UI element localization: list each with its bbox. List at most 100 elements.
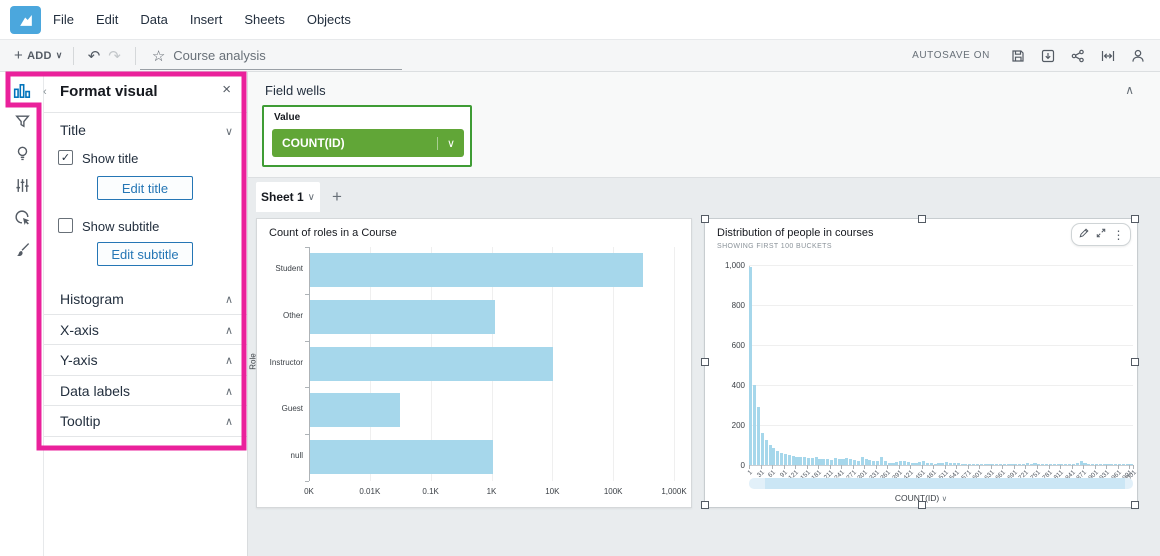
- histogram-bar[interactable]: [822, 459, 825, 465]
- parameters-icon[interactable]: [0, 172, 44, 198]
- histogram-bar[interactable]: [1030, 464, 1033, 465]
- histogram-bar[interactable]: [776, 451, 779, 465]
- menu-item-data[interactable]: Data: [140, 12, 167, 27]
- section-row-tooltip[interactable]: Tooltip∧: [44, 406, 247, 437]
- show-title-checkbox[interactable]: ✓: [58, 150, 73, 165]
- selection-handle[interactable]: [701, 501, 709, 509]
- chevron-down-icon[interactable]: ∨: [225, 125, 233, 138]
- histogram-bar[interactable]: [868, 460, 871, 465]
- histogram-bar[interactable]: [769, 445, 772, 465]
- fit-width-icon[interactable]: [1100, 48, 1116, 64]
- selection-handle[interactable]: [1131, 215, 1139, 223]
- menu-item-insert[interactable]: Insert: [190, 12, 223, 27]
- histogram-bar[interactable]: [765, 440, 768, 465]
- edit-title-button[interactable]: Edit title: [97, 176, 193, 200]
- actions-icon[interactable]: [0, 204, 44, 230]
- histogram-bar[interactable]: [861, 457, 864, 465]
- histogram-bar[interactable]: [1041, 464, 1044, 465]
- bar-null[interactable]: [310, 440, 493, 474]
- section-row-x-axis[interactable]: X-axis∧: [44, 315, 247, 346]
- count-id-pill[interactable]: COUNT(ID) ∨: [272, 129, 464, 157]
- chevron-up-icon[interactable]: ∧: [1125, 83, 1134, 97]
- histogram-bar[interactable]: [1053, 464, 1056, 465]
- data-zoom-scrollbar-fill[interactable]: [765, 478, 1125, 489]
- histogram-bar[interactable]: [811, 458, 814, 465]
- kebab-menu-icon[interactable]: ⋮: [1113, 229, 1125, 241]
- histogram-bar[interactable]: [937, 463, 940, 465]
- histogram-bar[interactable]: [984, 464, 987, 465]
- histogram-bar[interactable]: [1087, 464, 1090, 465]
- section-row-y-axis[interactable]: Y-axis∧: [44, 345, 247, 376]
- chevron-down-icon[interactable]: ∨: [437, 137, 455, 150]
- bar-student[interactable]: [310, 253, 643, 287]
- histogram-bar[interactable]: [995, 464, 998, 465]
- histogram-bar[interactable]: [761, 433, 764, 465]
- histogram-bar[interactable]: [857, 461, 860, 465]
- menu-item-edit[interactable]: Edit: [96, 12, 118, 27]
- menu-item-sheets[interactable]: Sheets: [244, 12, 284, 27]
- maximize-icon[interactable]: [1095, 226, 1107, 244]
- themes-icon[interactable]: [0, 236, 44, 262]
- histogram-bar[interactable]: [834, 458, 837, 465]
- histogram-bar[interactable]: [926, 463, 929, 465]
- bar-guest[interactable]: [310, 393, 400, 427]
- user-icon[interactable]: [1130, 48, 1146, 64]
- histogram-visual[interactable]: Distribution of people in courses SHOWIN…: [704, 218, 1138, 508]
- histogram-bar[interactable]: [807, 458, 810, 465]
- histogram-bar[interactable]: [903, 461, 906, 465]
- redo-button[interactable]: ↷: [108, 47, 121, 65]
- show-subtitle-checkbox[interactable]: [58, 218, 73, 233]
- bar-other[interactable]: [310, 300, 495, 334]
- histogram-bar[interactable]: [815, 457, 818, 465]
- section-row-data-labels[interactable]: Data labels∧: [44, 376, 247, 407]
- histogram-bar[interactable]: [1076, 463, 1079, 465]
- histogram-bar[interactable]: [780, 453, 783, 465]
- menu-item-file[interactable]: File: [53, 12, 74, 27]
- histogram-bar[interactable]: [880, 457, 883, 465]
- bar-instructor[interactable]: [310, 347, 553, 381]
- bar-chart-visual[interactable]: Count of roles in a Course Role 0K0.01K0…: [256, 218, 692, 508]
- visualize-icon[interactable]: [0, 78, 44, 104]
- analysis-title[interactable]: Course analysis: [173, 48, 266, 63]
- edit-pencil-icon[interactable]: [1078, 226, 1090, 244]
- histogram-bar[interactable]: [803, 457, 806, 465]
- histogram-bar[interactable]: [949, 463, 952, 465]
- add-button[interactable]: + ADD ∨: [14, 40, 63, 71]
- histogram-bar[interactable]: [792, 456, 795, 465]
- selection-handle[interactable]: [1131, 358, 1139, 366]
- histogram-bar[interactable]: [788, 455, 791, 465]
- edit-subtitle-button[interactable]: Edit subtitle: [97, 242, 193, 266]
- histogram-bar[interactable]: [757, 407, 760, 465]
- section-row-histogram[interactable]: Histogram∧: [44, 284, 247, 315]
- histogram-bar[interactable]: [1018, 464, 1021, 465]
- selection-handle[interactable]: [918, 215, 926, 223]
- selection-handle[interactable]: [701, 215, 709, 223]
- favorite-star-icon[interactable]: ☆: [152, 47, 165, 65]
- title-section-label[interactable]: Title: [60, 122, 86, 138]
- share-icon[interactable]: [1070, 48, 1086, 64]
- selection-handle[interactable]: [701, 358, 709, 366]
- selection-handle[interactable]: [1131, 501, 1139, 509]
- histogram-bar[interactable]: [1007, 464, 1010, 465]
- add-sheet-button[interactable]: +: [332, 187, 342, 207]
- histogram-bar[interactable]: [1122, 464, 1125, 465]
- histogram-bar[interactable]: [961, 464, 964, 465]
- histogram-bar[interactable]: [972, 464, 975, 465]
- sheet-tab[interactable]: Sheet 1 ∨: [256, 182, 320, 212]
- autosave-status[interactable]: AUTOSAVE ON: [912, 50, 990, 61]
- save-icon[interactable]: [1010, 48, 1026, 64]
- histogram-bar[interactable]: [784, 454, 787, 465]
- menu-item-objects[interactable]: Objects: [307, 12, 351, 27]
- panel-collapse-icon[interactable]: ‹: [43, 86, 47, 98]
- quicksight-logo-icon[interactable]: [10, 6, 41, 34]
- undo-button[interactable]: ↶: [88, 47, 101, 65]
- close-icon[interactable]: ×: [222, 81, 231, 98]
- histogram-bar[interactable]: [1064, 464, 1067, 465]
- histogram-bar[interactable]: [749, 267, 752, 465]
- insights-icon[interactable]: [0, 140, 44, 166]
- selection-handle[interactable]: [918, 501, 926, 509]
- histogram-bar[interactable]: [1110, 464, 1113, 465]
- histogram-bar[interactable]: [1099, 464, 1102, 465]
- histogram-bar[interactable]: [891, 463, 894, 465]
- filter-icon[interactable]: [0, 108, 44, 134]
